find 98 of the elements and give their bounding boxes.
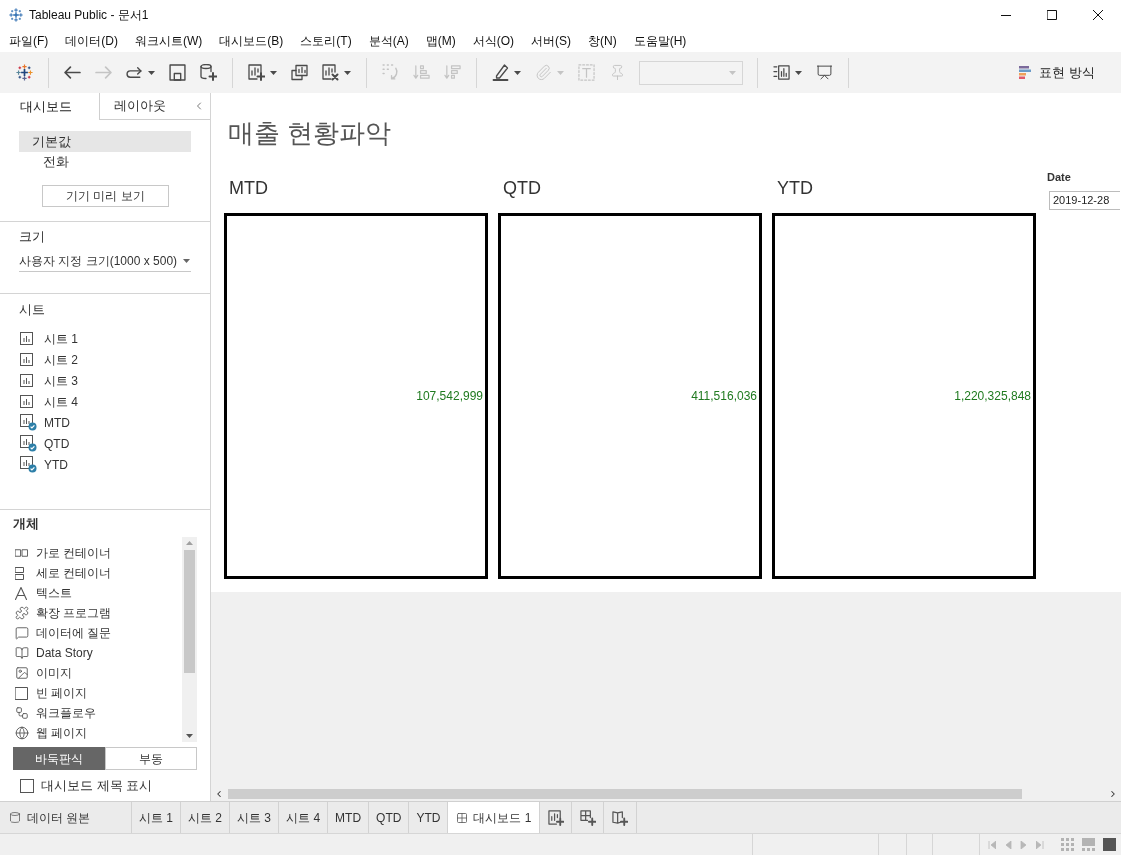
book-plus-icon xyxy=(612,809,629,826)
chart-clear-icon xyxy=(322,64,339,81)
sheet-item[interactable]: YTD xyxy=(44,455,68,474)
panel-heading: MTD xyxy=(228,177,269,200)
save-icon xyxy=(169,64,186,81)
panel-tab[interactable]: 레이아웃 xyxy=(99,93,188,120)
close-icon xyxy=(1093,10,1103,20)
object-item[interactable]: 확장 프로그램 xyxy=(36,604,112,622)
stacked-boxes-icon xyxy=(15,566,24,580)
list-chart-icon xyxy=(773,64,790,81)
side-by-side-boxes-icon xyxy=(15,549,28,557)
paperclip-icon xyxy=(535,64,552,81)
grid-icon xyxy=(456,811,469,824)
menu-item[interactable]: 창(N) xyxy=(588,33,617,49)
book-icon xyxy=(15,646,29,660)
sheet-item[interactable]: 시트 2 xyxy=(44,350,78,369)
kpi-value: 411,516,036 xyxy=(691,388,757,405)
show-me-button[interactable]: 표현 방식 xyxy=(1019,57,1095,88)
menu-item[interactable]: 서식(O) xyxy=(472,33,514,49)
horizontal-bars-icon xyxy=(1019,66,1032,79)
speech-bubble-icon xyxy=(15,626,29,640)
object-item[interactable]: 워크플로우 xyxy=(36,704,96,722)
forward-arrow-icon xyxy=(95,64,112,81)
object-item[interactable]: 이미지 xyxy=(36,664,72,682)
text-icon xyxy=(15,586,27,600)
sheet-item[interactable]: 시트 1 xyxy=(44,329,78,348)
pin-icon xyxy=(609,64,626,81)
sheet-item[interactable]: 시트 3 xyxy=(44,371,78,390)
object-item[interactable]: 가로 컨테이너 xyxy=(36,544,112,562)
sort-ascending-icon xyxy=(413,64,430,81)
section-title: 크기 xyxy=(19,228,46,246)
vertical-scrollbar[interactable] xyxy=(182,537,197,742)
menu-item[interactable]: 대시보드(B) xyxy=(219,33,284,49)
layout-mode-toggle[interactable]: 바둑판식 xyxy=(13,747,105,770)
caret-icon xyxy=(183,258,190,263)
database-plus-icon xyxy=(200,64,217,81)
app-logo-icon xyxy=(9,8,23,22)
section-title: 시트 xyxy=(18,301,46,319)
dashboard-title: 매출 현황파악 xyxy=(227,117,393,149)
menu-item[interactable]: 도움말(H) xyxy=(633,33,687,49)
database-icon xyxy=(9,811,21,824)
sheet-item[interactable]: QTD xyxy=(44,434,70,453)
scroll-left-icon xyxy=(214,789,224,799)
highlighter-icon xyxy=(492,64,509,81)
object-item[interactable]: 세로 컨테이너 xyxy=(36,564,112,582)
scrollbar-thumb[interactable] xyxy=(228,789,1022,799)
square-icon xyxy=(15,686,28,700)
object-item[interactable]: Data Story xyxy=(36,644,93,662)
menu-item[interactable]: 분석(A) xyxy=(368,33,409,49)
menu-item[interactable]: 맵(M) xyxy=(425,33,456,49)
menu-item[interactable]: 파일(F) xyxy=(9,33,49,49)
image-icon xyxy=(15,666,29,680)
menu-item[interactable]: 워크시트(W) xyxy=(135,33,203,49)
scroll-right-icon xyxy=(1108,789,1118,799)
back-arrow-icon xyxy=(64,64,81,81)
device-preview-button[interactable]: 기기 미리 보기 xyxy=(42,185,169,207)
minimize-icon xyxy=(1001,14,1011,16)
menu-item[interactable]: 스토리(T) xyxy=(300,33,352,49)
filter-label: Date xyxy=(1047,170,1072,185)
grid-plus-icon xyxy=(579,809,596,826)
presentation-icon xyxy=(816,64,833,81)
text-box-icon xyxy=(578,64,595,81)
chart-plus-icon xyxy=(248,64,265,81)
scrollbar-thumb[interactable] xyxy=(184,550,195,673)
object-item[interactable]: 데이터에 질문 xyxy=(36,624,112,642)
loop-arrow-icon xyxy=(126,64,143,81)
sheet-item[interactable]: 시트 4 xyxy=(44,392,78,411)
dashboard-tab[interactable]: 대시보드 1 xyxy=(448,802,541,833)
puzzle-icon xyxy=(15,606,29,620)
kpi-value: 1,220,325,848 xyxy=(954,388,1031,405)
date-field[interactable]: 2019-12-28 xyxy=(1049,191,1120,210)
swap-icon xyxy=(382,64,399,81)
scroll-down-icon xyxy=(186,734,193,738)
sort-descending-icon xyxy=(444,64,461,81)
caret-icon xyxy=(729,70,736,75)
duplicate-chart-icon xyxy=(291,64,308,81)
object-item[interactable]: 웹 페이지 xyxy=(36,724,88,742)
panel-heading: QTD xyxy=(502,177,542,200)
sheet-item[interactable]: MTD xyxy=(44,413,70,432)
layout-mode-toggle[interactable]: 부동 xyxy=(105,747,197,770)
device-item[interactable]: 기본값 xyxy=(19,131,191,152)
globe-icon xyxy=(15,726,29,740)
window-title: Tableau Public - 문서1 xyxy=(29,7,149,24)
chart-plus-icon xyxy=(547,809,564,826)
kpi-value: 107,542,999 xyxy=(416,388,483,405)
size-dropdown[interactable]: 사용자 지정 크기(1000 x 500) xyxy=(19,250,191,272)
object-item[interactable]: 텍스트 xyxy=(36,584,72,602)
menu-item[interactable]: 서버(S) xyxy=(531,33,571,49)
workflow-icon xyxy=(15,706,29,720)
maximize-icon xyxy=(1047,10,1057,20)
object-item[interactable]: 빈 페이지 xyxy=(36,684,88,702)
panel-heading: YTD xyxy=(776,177,814,200)
checkbox-label: 대시보드 제목 표시 xyxy=(41,777,153,796)
checkbox[interactable] xyxy=(20,779,34,793)
menu-item[interactable]: 데이터(D) xyxy=(65,33,118,49)
scroll-up-icon xyxy=(186,541,193,545)
section-title: 개체 xyxy=(12,515,40,533)
app-logo-icon xyxy=(16,64,33,81)
